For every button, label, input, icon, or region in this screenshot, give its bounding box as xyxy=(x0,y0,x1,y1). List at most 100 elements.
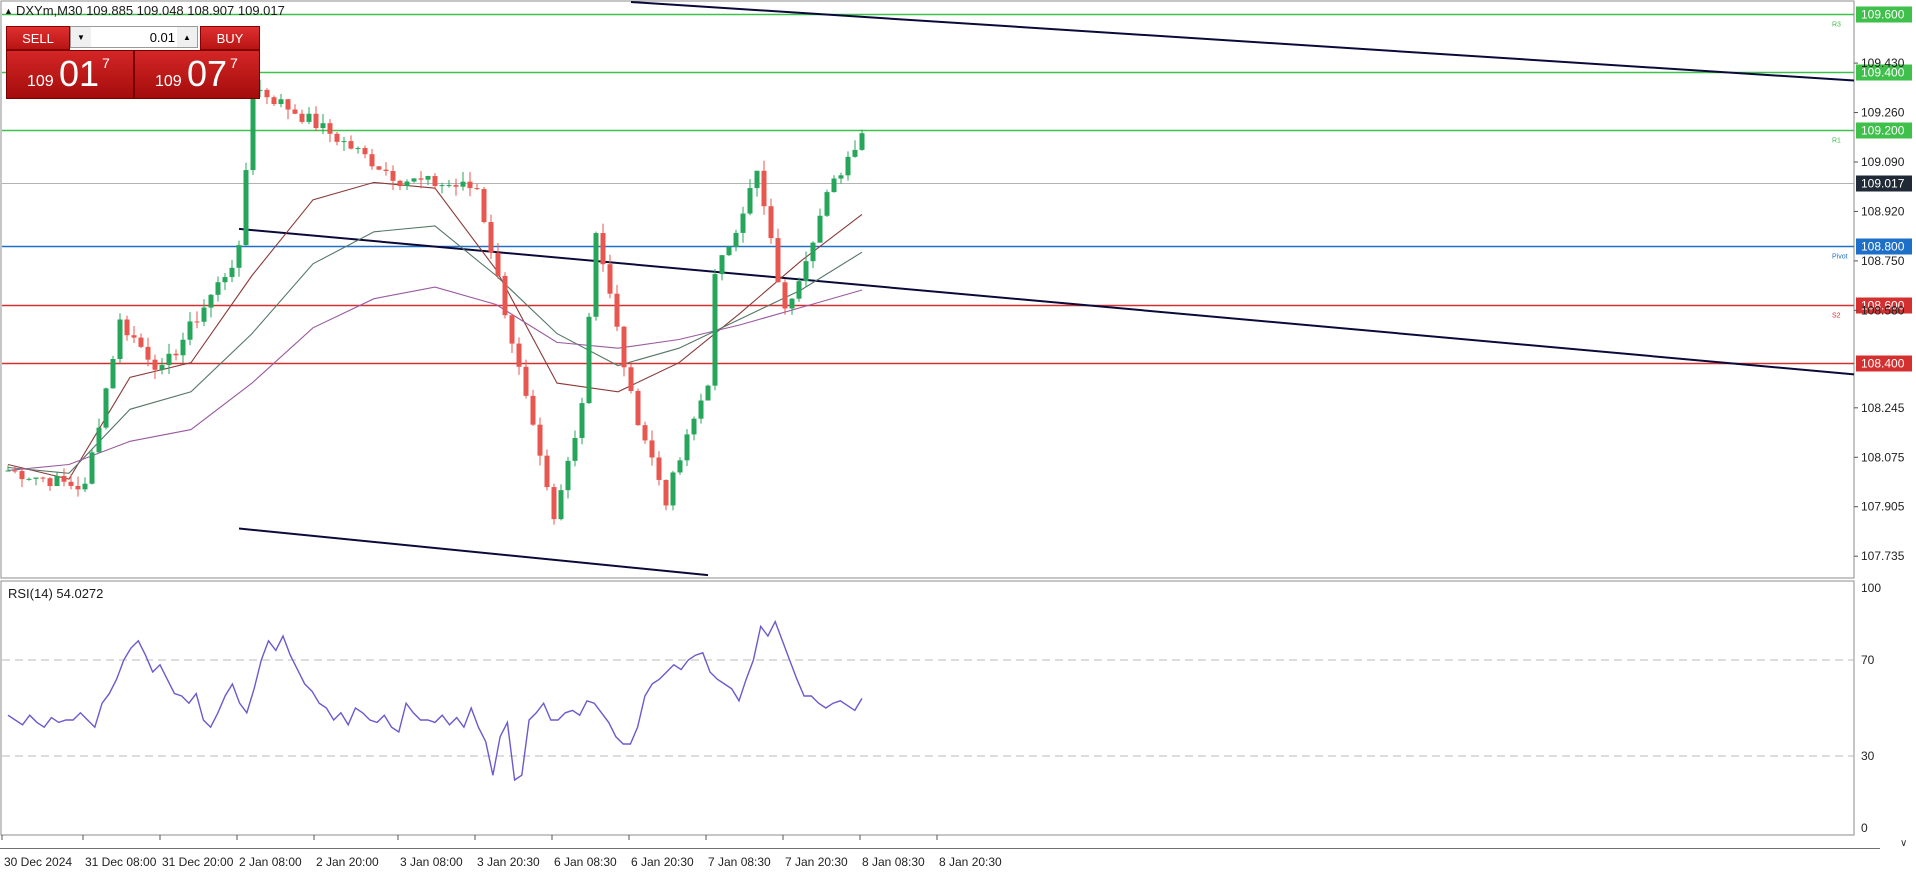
candle-body xyxy=(103,388,109,428)
candle-body xyxy=(229,267,235,278)
candle-body xyxy=(418,178,424,180)
time-tick-label: 8 Jan 08:30 xyxy=(862,855,925,869)
sell-price-box[interactable]: 109 01 7 xyxy=(6,50,134,99)
sell-price-big: 01 xyxy=(59,53,100,94)
lot-size-input[interactable] xyxy=(93,28,175,46)
time-tick-label: 6 Jan 08:30 xyxy=(554,855,617,869)
price-tick-label: 108.750 xyxy=(1861,254,1905,268)
candle-body xyxy=(201,307,207,322)
candle-body xyxy=(68,481,74,486)
candle-body xyxy=(810,242,816,262)
candle-body xyxy=(754,170,760,189)
candle-body xyxy=(348,141,354,149)
chevron-down-icon[interactable]: ▼ xyxy=(71,27,91,47)
level-side-label: R3 xyxy=(1832,22,1841,29)
candle-body xyxy=(404,181,410,187)
candle-body xyxy=(54,475,60,487)
candle-body xyxy=(663,479,669,506)
candle-body xyxy=(572,438,578,461)
candle-body xyxy=(61,475,67,482)
candle-body xyxy=(124,319,130,336)
candle-body xyxy=(285,99,291,110)
candle-body xyxy=(628,367,634,391)
candle-body xyxy=(775,238,781,283)
candle-body xyxy=(817,215,823,243)
sell-button[interactable]: SELL xyxy=(6,26,70,50)
scroll-down-icon[interactable]: ∨ xyxy=(1900,838,1907,849)
chevron-up-icon[interactable]: ▲ xyxy=(177,27,197,47)
buy-price-box[interactable]: 109 07 7 xyxy=(134,50,260,99)
candle-body xyxy=(320,123,326,128)
candle-body xyxy=(390,170,396,181)
candle-body xyxy=(740,213,746,233)
candle-body xyxy=(768,206,774,239)
chart-canvas[interactable]: 109.600R3109.400109.200R1108.800Pivot108… xyxy=(0,0,1916,874)
time-tick-label: 7 Jan 08:30 xyxy=(708,855,771,869)
time-tick-label: 7 Jan 20:30 xyxy=(785,855,848,869)
candle-body xyxy=(159,365,165,370)
rsi-title: RSI(14) 54.0272 xyxy=(8,586,103,601)
sell-price-sup: 7 xyxy=(102,55,110,71)
candle-body xyxy=(208,294,214,308)
candle-body xyxy=(565,460,571,491)
buy-button[interactable]: BUY xyxy=(200,26,260,50)
candle-body xyxy=(313,113,319,128)
candle-body xyxy=(642,425,648,441)
time-tick-label: 31 Dec 20:00 xyxy=(162,855,234,869)
candle-body xyxy=(187,321,193,340)
buy-price-big: 07 xyxy=(187,53,228,94)
candle-body xyxy=(138,337,144,347)
candle-body xyxy=(376,166,382,170)
rsi-tick-label: 100 xyxy=(1861,581,1881,595)
candle-body xyxy=(411,178,417,182)
rsi-tick-label: 30 xyxy=(1861,749,1875,763)
candle-body xyxy=(75,485,81,490)
level-price-label: 109.200 xyxy=(1861,124,1905,138)
candle-body xyxy=(600,233,606,265)
candle-body xyxy=(467,181,473,189)
candle-body xyxy=(677,460,683,473)
candle-body xyxy=(341,141,347,143)
candle-body xyxy=(852,149,858,157)
candle-body xyxy=(166,353,172,366)
candle-body xyxy=(194,321,200,323)
candle-body xyxy=(117,319,123,360)
price-tick-label: 108.245 xyxy=(1861,401,1905,415)
candle-body xyxy=(5,470,11,472)
price-tick-label: 109.260 xyxy=(1861,106,1905,120)
candle-body xyxy=(607,264,613,294)
candle-body xyxy=(243,170,249,246)
price-tick-label: 107.905 xyxy=(1861,500,1905,514)
candle-body xyxy=(481,189,487,223)
candle-body xyxy=(593,233,599,317)
candle-body xyxy=(355,148,361,150)
time-tick-label: 8 Jan 20:30 xyxy=(939,855,1002,869)
candle-body xyxy=(299,113,305,122)
candle-body xyxy=(439,185,445,187)
bottom-tab-strip xyxy=(0,848,1880,857)
candle-body xyxy=(782,282,788,309)
candle-body xyxy=(789,298,795,309)
level-side-label: R1 xyxy=(1832,138,1841,145)
price-tick-label: 108.580 xyxy=(1861,303,1905,317)
buy-price-prefix: 109 xyxy=(155,73,182,90)
candle-body xyxy=(96,427,102,453)
symbol-info: DXYm,M30 109.885 109.048 108.907 109.017 xyxy=(16,3,285,18)
time-tick-label: 30 Dec 2024 xyxy=(4,855,72,869)
candle-body xyxy=(614,293,620,327)
level-side-label: S2 xyxy=(1832,313,1841,320)
candle-body xyxy=(250,90,256,171)
candle-body xyxy=(495,252,501,276)
price-tick-label: 109.090 xyxy=(1861,155,1905,169)
rsi-tick-label: 0 xyxy=(1861,821,1868,835)
candle-body xyxy=(446,185,452,187)
candle-body xyxy=(131,335,137,338)
candle-body xyxy=(803,261,809,282)
symbol-triangle-icon: ▲ xyxy=(4,6,13,16)
candle-body xyxy=(19,471,25,480)
time-tick-label: 6 Jan 20:30 xyxy=(631,855,694,869)
buy-price-sup: 7 xyxy=(230,55,238,71)
candle-body xyxy=(152,359,158,370)
candle-body xyxy=(761,170,767,207)
candle-body xyxy=(838,175,844,179)
